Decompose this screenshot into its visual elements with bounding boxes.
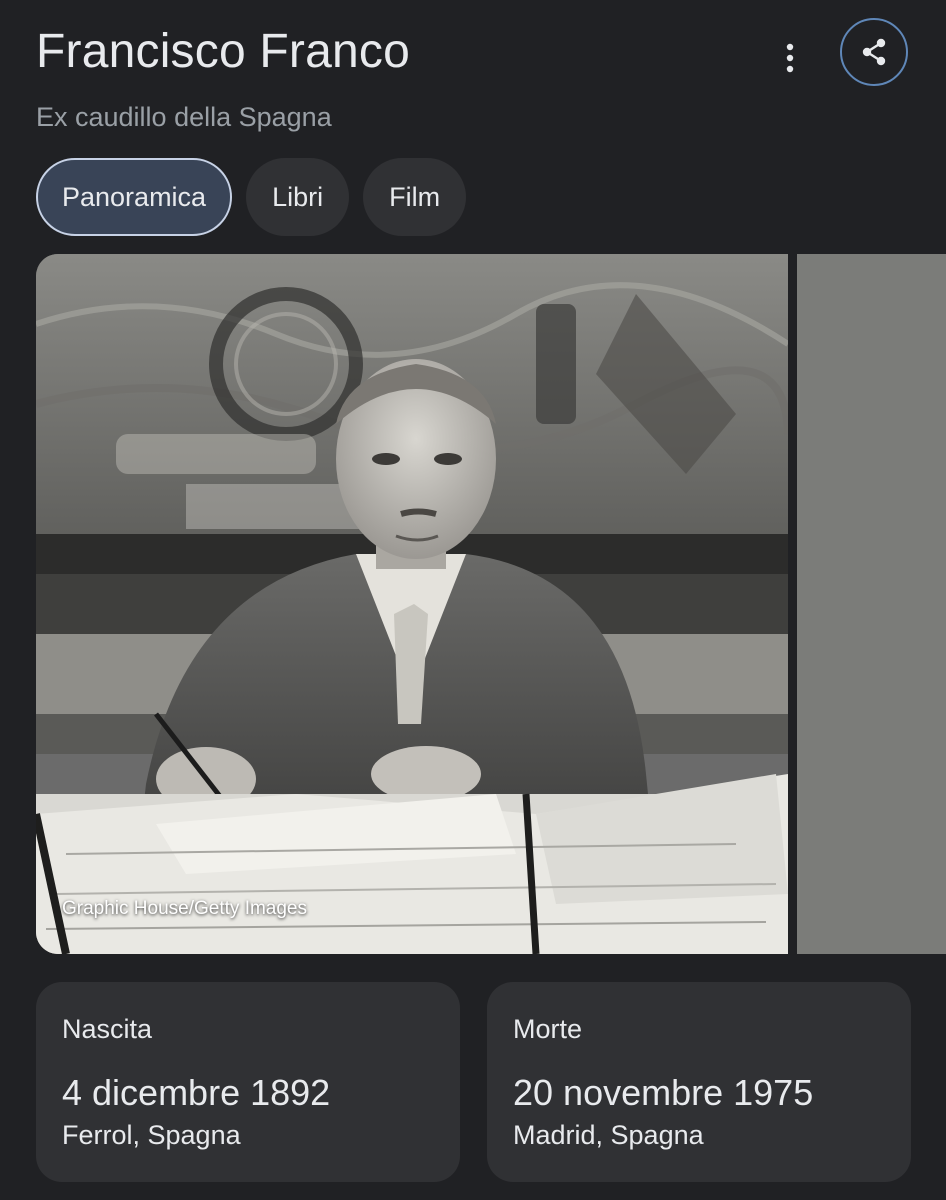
more-vert-icon xyxy=(786,43,794,73)
birth-label: Nascita xyxy=(62,1014,153,1044)
tab-panoramica[interactable]: Panoramica xyxy=(36,158,233,236)
birth-date: 4 dicembre 1892 xyxy=(62,1072,331,1113)
page-title: Francisco Franco xyxy=(36,25,410,78)
next-image-preview[interactable] xyxy=(797,254,946,954)
knowledge-panel: Francisco Franco Ex caudillo della Spagn… xyxy=(0,0,946,1200)
death-label: Morte xyxy=(513,1014,583,1044)
more-options-button[interactable] xyxy=(770,38,810,78)
birth-card[interactable]: Nascita 4 dicembre 1892 Ferrol, Spagna xyxy=(36,982,460,1182)
image-credit: Graphic House/Getty Images xyxy=(62,898,307,919)
death-card[interactable]: Morte 20 novembre 1975 Madrid, Spagna xyxy=(487,982,911,1182)
share-icon xyxy=(862,38,886,66)
tab-bar: Panoramica Libri Film xyxy=(36,158,467,236)
tab-film[interactable]: Film xyxy=(363,158,467,236)
share-button[interactable] xyxy=(840,18,908,86)
birth-place: Ferrol, Spagna xyxy=(62,1120,241,1150)
death-date: 20 novembre 1975 xyxy=(513,1072,814,1113)
portrait-image[interactable] xyxy=(36,254,788,954)
page-subtitle: Ex caudillo della Spagna xyxy=(36,102,332,132)
death-place: Madrid, Spagna xyxy=(513,1120,704,1150)
tab-libri[interactable]: Libri xyxy=(246,158,350,236)
